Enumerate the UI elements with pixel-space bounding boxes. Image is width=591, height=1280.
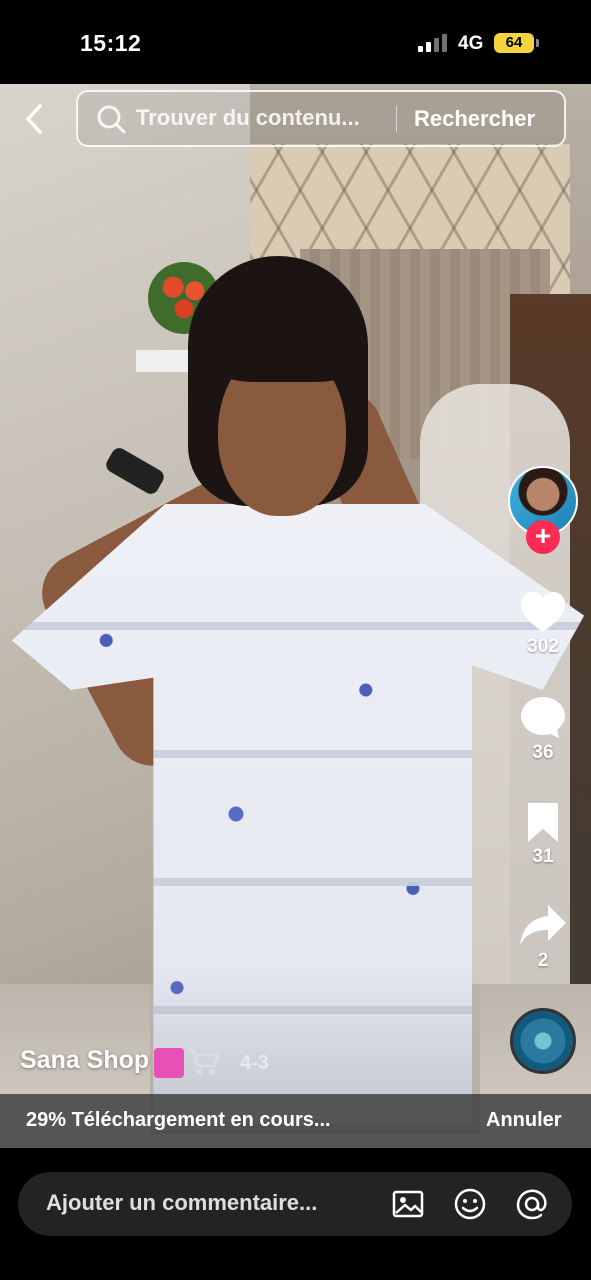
shopping-bag-icon <box>154 1048 184 1078</box>
share-icon <box>520 905 566 945</box>
creator-username[interactable]: Sana Shop <box>20 1046 149 1075</box>
search-icon <box>97 105 126 134</box>
save-button[interactable]: 31 <box>500 800 586 868</box>
comment-button[interactable]: 36 <box>500 694 586 764</box>
search-divider <box>396 106 397 132</box>
search-box[interactable]: Rechercher <box>76 90 566 147</box>
share-button[interactable]: 2 <box>500 902 586 972</box>
search-input[interactable] <box>136 105 386 131</box>
heart-icon <box>521 592 565 632</box>
download-progress-bar: 29% Téléchargement en cours... Annuler <box>0 1094 591 1148</box>
battery-icon: 64 <box>494 33 534 53</box>
comment-bar: Ajouter un commentaire... <box>0 1148 591 1280</box>
download-status: 29% Téléchargement en cours... <box>26 1109 331 1131</box>
plus-icon: + <box>534 520 552 551</box>
cancel-download-button[interactable]: Annuler <box>486 1109 562 1132</box>
image-icon[interactable] <box>390 1186 426 1222</box>
comment-icon <box>521 697 565 738</box>
signal-icon <box>418 34 450 52</box>
bookmark-icon <box>528 803 558 842</box>
network-type: 4G <box>458 33 484 54</box>
status-bar: 15:12 4G 64 <box>0 0 591 84</box>
comment-input-box[interactable]: Ajouter un commentaire... <box>18 1172 572 1236</box>
cart-icon <box>188 1048 220 1075</box>
back-icon <box>26 104 42 134</box>
like-count: 302 <box>527 636 559 657</box>
video-overlay-text: 4-3 <box>240 1052 269 1074</box>
mention-icon[interactable] <box>514 1186 550 1222</box>
search-bar: Rechercher <box>0 84 591 152</box>
emoji-icon[interactable] <box>452 1186 488 1222</box>
share-count: 2 <box>537 950 549 971</box>
comment-input[interactable]: Ajouter un commentaire... <box>46 1190 317 1216</box>
save-count: 31 <box>532 846 554 867</box>
back-button[interactable] <box>20 102 50 136</box>
video-person-bangs <box>210 320 360 382</box>
battery-tip <box>536 39 539 47</box>
comment-count: 36 <box>532 742 554 763</box>
follow-button[interactable]: + <box>526 520 560 554</box>
like-button[interactable]: 302 <box>500 590 586 658</box>
status-time: 15:12 <box>80 30 142 56</box>
music-disc-icon[interactable] <box>510 1008 576 1074</box>
search-submit-button[interactable]: Rechercher <box>414 106 535 132</box>
